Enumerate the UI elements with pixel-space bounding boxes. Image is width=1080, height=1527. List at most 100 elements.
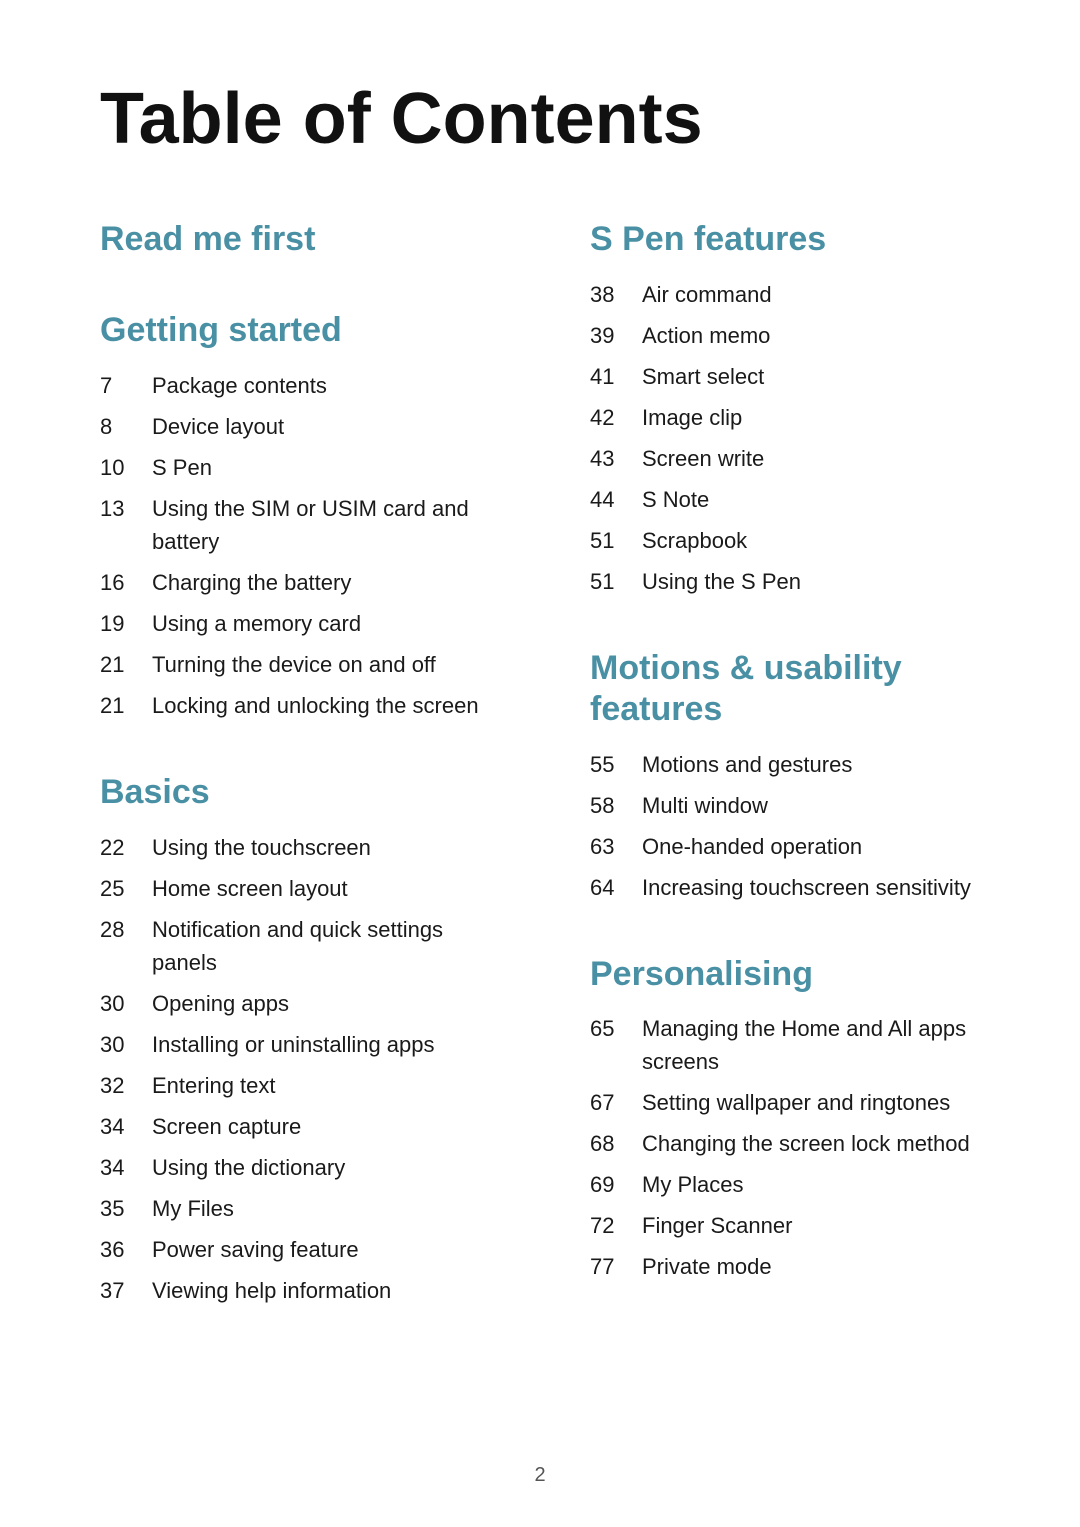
toc-item-text: S Note xyxy=(642,483,980,516)
section-title-s-pen-features: S Pen features xyxy=(590,219,980,260)
toc-page-number: 65 xyxy=(590,1012,642,1045)
toc-page-number: 39 xyxy=(590,319,642,352)
toc-item-text: Entering text xyxy=(152,1069,490,1102)
toc-page-number: 41 xyxy=(590,360,642,393)
toc-item-text: My Files xyxy=(152,1192,490,1225)
list-item: 38Air command xyxy=(590,278,980,311)
toc-item-text: S Pen xyxy=(152,451,490,484)
toc-item-text: Scrapbook xyxy=(642,524,980,557)
section-title-read-me-first: Read me first xyxy=(100,219,490,260)
basics-list: 22Using the touchscreen 25Home screen lay… xyxy=(100,831,490,1307)
list-item: 36Power saving feature xyxy=(100,1233,490,1266)
toc-page-number: 13 xyxy=(100,492,152,525)
toc-item-text: Changing the screen lock method xyxy=(642,1127,980,1160)
toc-item-text: Installing or uninstalling apps xyxy=(152,1028,490,1061)
toc-page-number: 7 xyxy=(100,369,152,402)
toc-page-number: 34 xyxy=(100,1151,152,1184)
getting-started-list: 7Package contents8Device layout10S Pen13… xyxy=(100,369,490,722)
section-title-motions-usability: Motions & usability features xyxy=(590,648,980,730)
page-number: 2 xyxy=(534,1464,545,1486)
list-item: 65Managing the Home and All apps screens xyxy=(590,1012,980,1078)
toc-page-number: 68 xyxy=(590,1127,642,1160)
list-item: 10S Pen xyxy=(100,451,490,484)
list-item: 25Home screen layout xyxy=(100,872,490,905)
list-item: 55Motions and gestures xyxy=(590,748,980,781)
section-title-personalising: Personalising xyxy=(590,954,980,995)
list-item: 37Viewing help information xyxy=(100,1274,490,1307)
list-item: 67Setting wallpaper and ringtones xyxy=(590,1086,980,1119)
list-item: 19Using a memory card xyxy=(100,607,490,640)
toc-page-number: 72 xyxy=(590,1209,642,1242)
toc-item-text: Screen capture xyxy=(152,1110,490,1143)
list-item: 44S Note xyxy=(590,483,980,516)
toc-page-number: 69 xyxy=(590,1168,642,1201)
section-title-getting-started: Getting started xyxy=(100,310,490,351)
toc-page-number: 67 xyxy=(590,1086,642,1119)
toc-page-number: 21 xyxy=(100,689,152,722)
toc-page-number: 34 xyxy=(100,1110,152,1143)
list-item: 7Package contents xyxy=(100,369,490,402)
page-footer: 2 xyxy=(0,1464,1080,1487)
toc-page-number: 38 xyxy=(590,278,642,311)
toc-item-text: Multi window xyxy=(642,789,980,822)
list-item: 77Private mode xyxy=(590,1250,980,1283)
toc-page-number: 30 xyxy=(100,1028,152,1061)
toc-item-text: Private mode xyxy=(642,1250,980,1283)
list-item: 43Screen write xyxy=(590,442,980,475)
toc-item-text: Using the S Pen xyxy=(642,565,980,598)
toc-item-text: Locking and unlocking the screen xyxy=(152,689,490,722)
section-s-pen-features: S Pen features 38Air command39Action mem… xyxy=(590,219,980,598)
list-item: 51Scrapbook xyxy=(590,524,980,557)
toc-item-text: Home screen layout xyxy=(152,872,490,905)
page: Table of Contents Read me first Getting … xyxy=(0,0,1080,1527)
toc-item-text: Image clip xyxy=(642,401,980,434)
list-item: 63One-handed operation xyxy=(590,830,980,863)
toc-page-number: 64 xyxy=(590,871,642,904)
section-title-basics: Basics xyxy=(100,772,490,813)
motions-usability-list: 55Motions and gestures58Multi window63On… xyxy=(590,748,980,904)
toc-page-number: 35 xyxy=(100,1192,152,1225)
list-item: 21Turning the device on and off xyxy=(100,648,490,681)
toc-item-text: Using the SIM or USIM card and battery xyxy=(152,492,490,558)
section-getting-started: Getting started 7Package contents8Device… xyxy=(100,310,490,722)
toc-item-text: Screen write xyxy=(642,442,980,475)
toc-item-text: Finger Scanner xyxy=(642,1209,980,1242)
list-item: 34Screen capture xyxy=(100,1110,490,1143)
toc-page-number: 55 xyxy=(590,748,642,781)
list-item: 64Increasing touchscreen sensitivity xyxy=(590,871,980,904)
list-item: 16Charging the battery xyxy=(100,566,490,599)
list-item: 34Using the dictionary xyxy=(100,1151,490,1184)
list-item: 42Image clip xyxy=(590,401,980,434)
list-item: 30Opening apps xyxy=(100,987,490,1020)
section-motions-usability: Motions & usability features 55Motions a… xyxy=(590,648,980,904)
toc-page-number: 21 xyxy=(100,648,152,681)
section-personalising: Personalising 65Managing the Home and Al… xyxy=(590,954,980,1284)
toc-page-number: 10 xyxy=(100,451,152,484)
section-basics: Basics 22Using the touchscreen 25Home scr… xyxy=(100,772,490,1307)
list-item: 22Using the touchscreen xyxy=(100,831,490,864)
toc-item-text: Turning the device on and off xyxy=(152,648,490,681)
toc-item-text: Motions and gestures xyxy=(642,748,980,781)
list-item: 68Changing the screen lock method xyxy=(590,1127,980,1160)
toc-page-number: 8 xyxy=(100,410,152,443)
toc-page-number: 16 xyxy=(100,566,152,599)
toc-page-number: 22 xyxy=(100,831,152,864)
list-item: 30Installing or uninstalling apps xyxy=(100,1028,490,1061)
toc-page-number: 30 xyxy=(100,987,152,1020)
toc-page-number: 32 xyxy=(100,1069,152,1102)
toc-item-text: Power saving feature xyxy=(152,1233,490,1266)
toc-page-number: 51 xyxy=(590,565,642,598)
toc-item-text: One-handed operation xyxy=(642,830,980,863)
toc-item-text: Setting wallpaper and ringtones xyxy=(642,1086,980,1119)
toc-page-number: 25 xyxy=(100,872,152,905)
left-column: Read me first Getting started 7Package c… xyxy=(100,219,510,1356)
personalising-list: 65Managing the Home and All apps screens… xyxy=(590,1012,980,1283)
toc-page-number: 19 xyxy=(100,607,152,640)
s-pen-features-list: 38Air command39Action memo41Smart select… xyxy=(590,278,980,598)
content-columns: Read me first Getting started 7Package c… xyxy=(100,219,980,1356)
toc-page-number: 28 xyxy=(100,913,152,946)
toc-page-number: 43 xyxy=(590,442,642,475)
toc-item-text: Opening apps xyxy=(152,987,490,1020)
toc-page-number: 42 xyxy=(590,401,642,434)
toc-page-number: 36 xyxy=(100,1233,152,1266)
